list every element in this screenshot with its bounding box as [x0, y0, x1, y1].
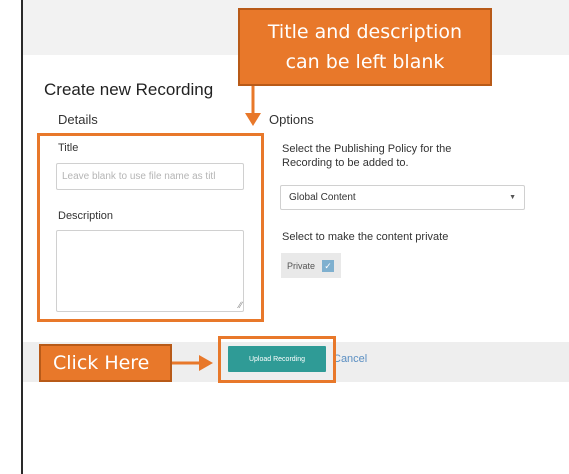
- annotation-arrows: [172, 86, 261, 371]
- right-arrow-head-icon: [199, 355, 213, 371]
- down-arrow-head-icon: [245, 113, 261, 126]
